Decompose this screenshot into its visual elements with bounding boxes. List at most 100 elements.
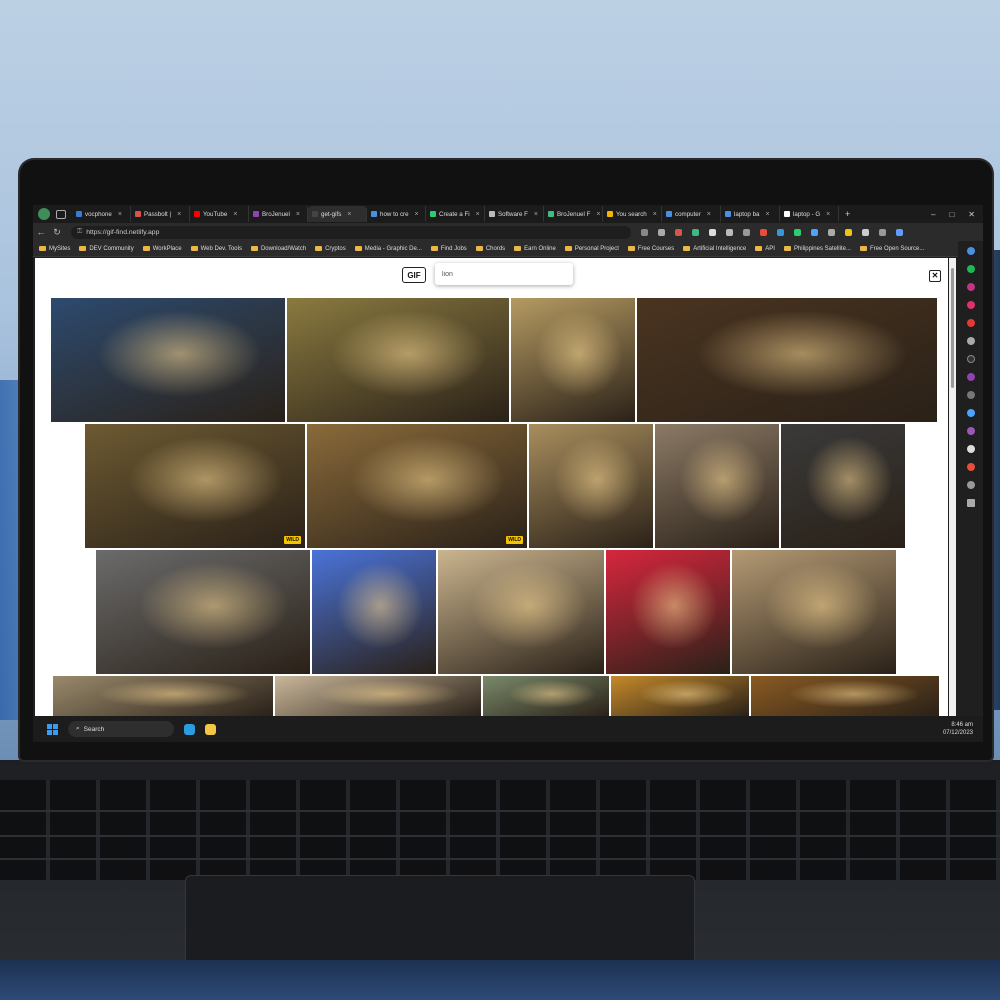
extension-icon[interactable]: [675, 228, 682, 236]
new-tab-button[interactable]: +: [845, 209, 850, 219]
browser-tab[interactable]: how to cre ×: [367, 206, 426, 222]
gif-tile-lion-roar-closeup[interactable]: [637, 298, 937, 422]
browser-tab[interactable]: BroJenuel ×: [249, 206, 308, 222]
bookmark-item[interactable]: DEV Community: [79, 246, 134, 252]
bookmark-item[interactable]: Web Dev. Tools: [190, 246, 242, 252]
copilot-icon[interactable]: [896, 228, 903, 236]
browser-tab[interactable]: Passbolt | ×: [131, 206, 190, 222]
tab-close-icon[interactable]: ×: [347, 211, 351, 218]
extension-icon[interactable]: [879, 228, 886, 236]
bookmark-item[interactable]: Find Jobs: [430, 246, 467, 252]
profile-avatar[interactable]: [38, 208, 50, 220]
copilot-sidebar-icon[interactable]: [966, 427, 975, 435]
instagram-icon[interactable]: [966, 283, 975, 291]
tab-close-icon[interactable]: ×: [534, 211, 538, 218]
bookmark-item[interactable]: Earn Online: [514, 246, 556, 252]
vue-devtools-icon[interactable]: [692, 228, 699, 236]
bookmark-item[interactable]: Free Courses: [627, 246, 674, 252]
shopping-icon[interactable]: [966, 409, 975, 417]
extension-icon[interactable]: [828, 228, 835, 236]
bookmark-item[interactable]: Artificial Intelligence: [683, 246, 746, 252]
tab-close-icon[interactable]: ×: [826, 211, 830, 218]
gif-tile-lion-behind-bars[interactable]: [751, 676, 939, 716]
gif-tile-lion-cub-green[interactable]: [483, 676, 609, 716]
gif-tile-cartoon-lion-blue[interactable]: [312, 550, 436, 674]
maximize-icon[interactable]: □: [949, 210, 954, 219]
gif-tile-lion-mascot-court[interactable]: [781, 424, 905, 548]
outlook-icon[interactable]: [966, 463, 975, 471]
tab-close-icon[interactable]: ×: [596, 211, 600, 218]
gif-tile-lion-cubs-people[interactable]: [53, 676, 273, 716]
tools-icon[interactable]: [966, 391, 975, 399]
back-arrow-icon[interactable]: ←: [33, 227, 49, 237]
system-clock[interactable]: 8:46 am 07/12/2023: [943, 721, 973, 737]
browser-tab[interactable]: Software F ×: [485, 206, 544, 222]
browser-tab[interactable]: YouTube ×: [190, 206, 249, 222]
gif-tile-lion-running-savanna[interactable]: [287, 298, 509, 422]
bookmark-item[interactable]: Chords: [475, 246, 505, 252]
taskbar-search[interactable]: ⌕ Search: [68, 721, 174, 737]
browser-tab[interactable]: laptop - G ×: [780, 206, 839, 222]
gif-tile-lion-prowling-field[interactable]: WILD: [307, 424, 527, 548]
gif-tile-lion-cub-window[interactable]: [275, 676, 481, 716]
extension-icon[interactable]: [743, 228, 750, 236]
favorite-star-icon[interactable]: [658, 228, 665, 236]
messenger-icon[interactable]: [966, 373, 975, 381]
bookmark-item[interactable]: Download/Watch: [250, 246, 306, 252]
extension-icon[interactable]: [709, 228, 716, 236]
bookmark-item[interactable]: API: [755, 246, 775, 252]
notion-icon[interactable]: [966, 355, 975, 363]
gif-tile-lion-bw-portrait[interactable]: [96, 550, 310, 674]
extension-icon[interactable]: [726, 228, 733, 236]
browser-tab[interactable]: computer ×: [662, 206, 721, 222]
office-icon[interactable]: [966, 445, 975, 453]
tab-close-icon[interactable]: ×: [765, 211, 769, 218]
tab-close-icon[interactable]: ×: [707, 211, 711, 218]
browser-tab[interactable]: get-gifs ×: [308, 206, 367, 222]
extension-icon[interactable]: [845, 228, 852, 236]
tiktok-icon[interactable]: [966, 301, 975, 309]
extension-icon[interactable]: [777, 228, 784, 236]
bookmark-item[interactable]: Cryptos: [315, 246, 346, 252]
gif-tile-lion-cubs-playing[interactable]: [438, 550, 604, 674]
add-sidebar-app-icon[interactable]: [966, 499, 975, 507]
spotify-icon[interactable]: [966, 265, 975, 273]
gif-tile-lion-cub-cage[interactable]: [732, 550, 896, 674]
gif-tile-lion-walking-grass[interactable]: WILD: [85, 424, 305, 548]
scrollbar-thumb[interactable]: [951, 268, 954, 388]
gif-tile-lion-in-tree[interactable]: [655, 424, 779, 548]
chatgpt-icon[interactable]: [966, 337, 975, 345]
extension-icon[interactable]: [760, 228, 767, 236]
search-input[interactable]: [435, 263, 573, 285]
refresh-icon[interactable]: ↻: [49, 227, 65, 238]
url-field[interactable]: ⚿ https://gif-find.netlify.app: [71, 225, 631, 239]
bookmark-item[interactable]: Personal Project: [564, 246, 619, 252]
gif-tile-lion-crown[interactable]: [611, 676, 749, 716]
bookmark-item[interactable]: Media - Graphic De...: [354, 246, 422, 252]
browser-tab[interactable]: You search ×: [603, 206, 662, 222]
youtube-icon[interactable]: [966, 319, 975, 327]
read-aloud-icon[interactable]: [641, 228, 648, 236]
extension-icon[interactable]: [862, 228, 869, 236]
sidebar-search-icon[interactable]: [966, 247, 975, 255]
browser-tab[interactable]: laptop ba ×: [721, 206, 780, 222]
browser-tab[interactable]: BroJenuel F ×: [544, 206, 603, 222]
close-window-icon[interactable]: ✕: [968, 210, 975, 219]
tab-actions-icon[interactable]: [56, 209, 66, 219]
tab-close-icon[interactable]: ×: [177, 211, 181, 218]
edge-browser-icon[interactable]: [184, 723, 195, 735]
bookmark-item[interactable]: MySites: [39, 246, 70, 252]
close-button[interactable]: ✕: [929, 270, 941, 282]
extension-icon[interactable]: [811, 228, 818, 236]
windows-start-icon[interactable]: [47, 723, 58, 735]
gif-tile-lion-resting-plain[interactable]: [511, 298, 635, 422]
bookmark-item[interactable]: Philippines Satellite...: [783, 246, 851, 252]
tab-close-icon[interactable]: ×: [233, 211, 237, 218]
bookmark-item[interactable]: Free Open Source...: [859, 246, 924, 252]
extension-icon[interactable]: [794, 228, 801, 236]
gif-tile-lion-cubs-rock[interactable]: [529, 424, 653, 548]
tab-close-icon[interactable]: ×: [118, 211, 122, 218]
gif-tile-lion-roar-dusk[interactable]: [51, 298, 285, 422]
tab-close-icon[interactable]: ×: [653, 211, 657, 218]
bookmark-item[interactable]: WorkPlace: [142, 246, 182, 252]
